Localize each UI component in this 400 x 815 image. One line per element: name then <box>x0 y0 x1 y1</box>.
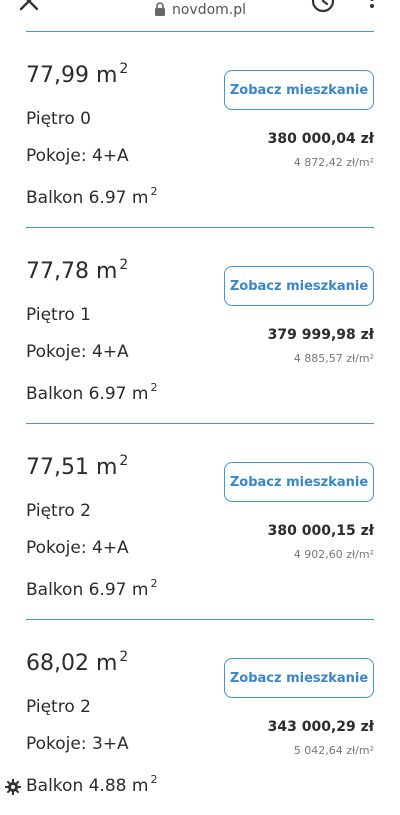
balcony-superscript: 2 <box>150 381 158 394</box>
apartment-price: 343 000,29 zł <box>267 719 374 735</box>
apartment-area: 77,51 m2 <box>26 453 129 480</box>
area-superscript: 2 <box>119 61 129 77</box>
lock-icon <box>154 2 165 16</box>
apartment-floor: Piętro 1 <box>26 305 91 325</box>
apartment-balcony: Balkon 6.97 m2 <box>26 577 158 600</box>
apartment-balcony: Balkon 6.97 m2 <box>26 381 158 404</box>
apartment-area: 68,02 m2 <box>26 649 129 676</box>
url-text: novdom.pl <box>171 2 247 18</box>
address-bar[interactable]: novdom.pl <box>0 0 400 20</box>
view-apartment-button[interactable]: Zobacz mieszkanie <box>224 462 374 502</box>
apartment-rooms: Pokoje: 4+A <box>26 146 129 166</box>
price-per-m2: 5 042,64 zł/m² <box>293 744 374 757</box>
price-per-m2: 4 902,60 zł/m² <box>293 548 374 561</box>
balcony-superscript: 2 <box>150 577 158 590</box>
view-apartment-button[interactable]: Zobacz mieszkanie <box>224 658 374 698</box>
area-superscript: 2 <box>119 257 129 273</box>
view-apartment-button[interactable]: Zobacz mieszkanie <box>224 266 374 306</box>
apartment-card: 77,51 m2 Piętro 2 Pokoje: 4+A Balkon 6.9… <box>26 423 374 619</box>
history-icon[interactable] <box>310 0 336 14</box>
apartment-floor: Piętro 2 <box>26 697 91 717</box>
balcony-superscript: 2 <box>150 185 158 198</box>
apartment-rooms: Pokoje: 3+A <box>26 734 129 754</box>
apartment-floor: Piętro 0 <box>26 109 91 129</box>
price-per-m2: 4 872,42 zł/m² <box>293 156 374 169</box>
apartment-price: 380 000,15 zł <box>267 523 374 539</box>
view-apartment-button[interactable]: Zobacz mieszkanie <box>224 70 374 110</box>
apartment-card: 77,78 m2 Piętro 1 Pokoje: 4+A Balkon 6.9… <box>26 227 374 423</box>
apartment-rooms: Pokoje: 4+A <box>26 538 129 558</box>
price-per-m2: 4 885,57 zł/m² <box>293 352 374 365</box>
more-vert-icon[interactable] <box>368 0 376 10</box>
apartment-floor: Piętro 2 <box>26 501 91 521</box>
apartment-price: 379 999,98 zł <box>267 327 374 343</box>
apartment-rooms: Pokoje: 4+A <box>26 342 129 362</box>
apartment-area: 77,78 m2 <box>26 257 129 284</box>
balcony-superscript: 2 <box>150 773 158 786</box>
apartment-balcony: Balkon 4.88 m2 <box>26 773 158 796</box>
apartment-card: 68,02 m2 Piętro 2 Pokoje: 3+A Balkon 4.8… <box>26 619 374 815</box>
apartment-price: 380 000,04 zł <box>267 131 374 147</box>
apartment-balcony: Balkon 6.97 m2 <box>26 185 158 208</box>
area-superscript: 2 <box>119 649 129 665</box>
apartment-card: 77,99 m2 Piętro 0 Pokoje: 4+A Balkon 6.9… <box>26 31 374 227</box>
area-superscript: 2 <box>119 453 129 469</box>
gear-icon[interactable] <box>4 778 22 796</box>
browser-toolbar: novdom.pl <box>0 0 400 24</box>
apartment-area: 77,99 m2 <box>26 61 129 88</box>
